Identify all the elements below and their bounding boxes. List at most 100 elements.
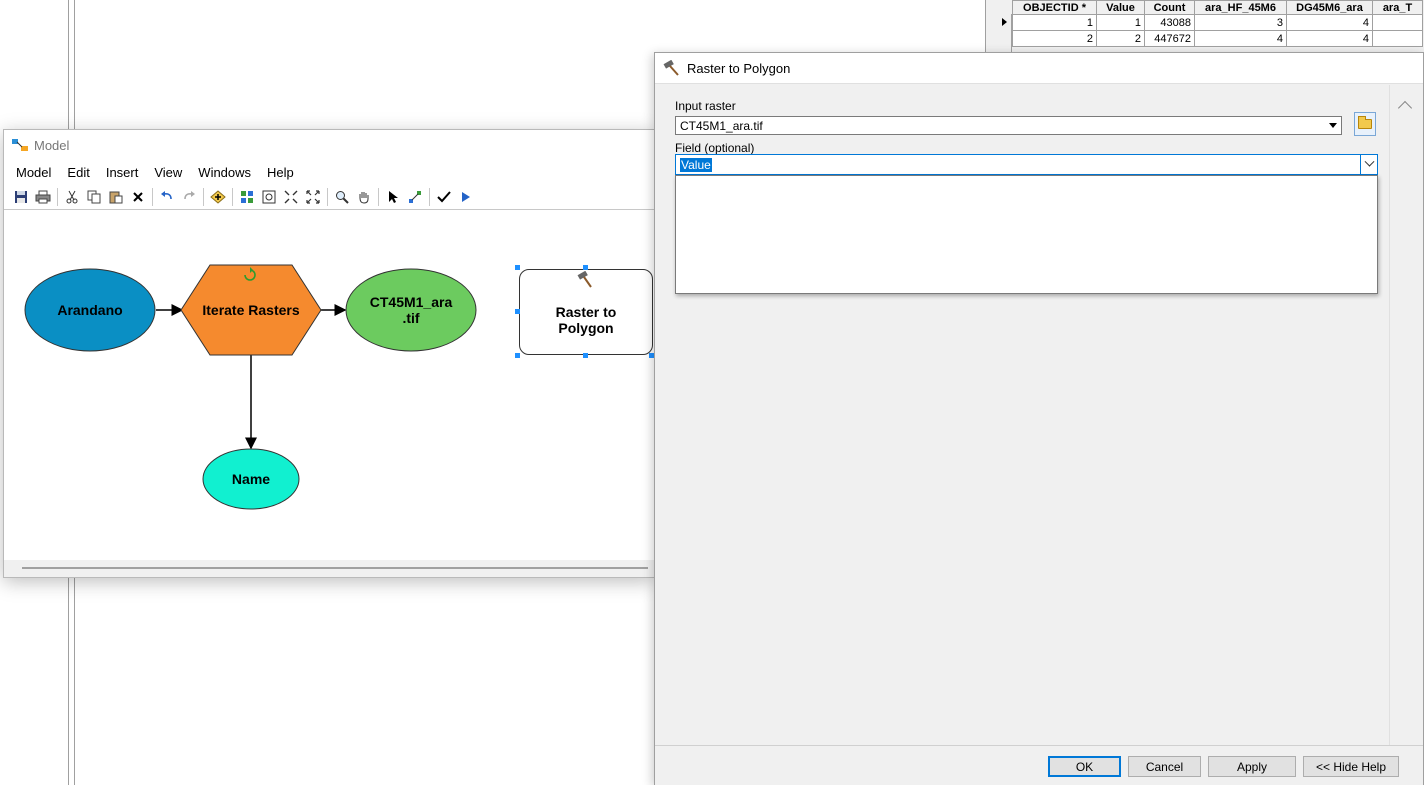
attribute-table[interactable]: OBJECTID * Value Count ara_HF_45M6 DG45M… bbox=[985, 0, 1424, 55]
ct45m1-label: CT45M1_ara .tif bbox=[345, 268, 477, 352]
toolbar-separator bbox=[203, 187, 204, 206]
attribute-grid[interactable]: OBJECTID * Value Count ara_HF_45M6 DG45M… bbox=[1012, 0, 1423, 47]
model-horizontal-scrollbar[interactable] bbox=[4, 560, 654, 577]
scroll-up-icon[interactable] bbox=[1397, 100, 1413, 116]
column-header[interactable]: Value bbox=[1096, 0, 1145, 15]
table-cell[interactable]: 1 bbox=[1012, 14, 1097, 31]
undo-icon[interactable] bbox=[156, 186, 178, 208]
column-header[interactable]: ara_T bbox=[1372, 0, 1423, 15]
column-header[interactable]: ara_HF_45M6 bbox=[1194, 0, 1287, 15]
table-cell[interactable]: 4 bbox=[1286, 14, 1373, 31]
validate-icon[interactable] bbox=[433, 186, 455, 208]
toolbar-separator bbox=[57, 187, 58, 206]
connect-icon[interactable] bbox=[404, 186, 426, 208]
copy-icon[interactable] bbox=[83, 186, 105, 208]
ct45m1-label-line2: .tif bbox=[402, 310, 420, 326]
hammer-icon bbox=[577, 271, 592, 288]
selection-handle[interactable] bbox=[583, 353, 588, 358]
toolbar-separator bbox=[378, 187, 379, 206]
column-header[interactable]: Count bbox=[1144, 0, 1195, 15]
pan-icon[interactable] bbox=[353, 186, 375, 208]
menu-edit[interactable]: Edit bbox=[59, 165, 97, 180]
model-title-bar[interactable]: Model bbox=[4, 130, 654, 160]
apply-button[interactable]: Apply bbox=[1208, 756, 1296, 777]
dialog-vertical-scrollbar[interactable] bbox=[1389, 85, 1423, 758]
delete-icon[interactable] bbox=[127, 186, 149, 208]
column-header[interactable]: OBJECTID * bbox=[1012, 0, 1097, 15]
table-row[interactable]: 1 1 43088 3 4 bbox=[1012, 14, 1423, 31]
hide-help-button[interactable]: << Hide Help bbox=[1303, 756, 1399, 777]
table-cell[interactable] bbox=[1372, 14, 1423, 31]
raster-to-polygon-dialog: Raster to Polygon Input raster CT45M1_ar… bbox=[654, 52, 1424, 785]
table-cell[interactable]: 447672 bbox=[1144, 30, 1195, 47]
table-cell[interactable]: 43088 bbox=[1144, 14, 1195, 31]
paste-icon[interactable] bbox=[105, 186, 127, 208]
table-cell[interactable]: 1 bbox=[1096, 14, 1145, 31]
table-cell[interactable] bbox=[1372, 30, 1423, 47]
table-cell[interactable]: 3 bbox=[1194, 14, 1287, 31]
hammer-icon bbox=[663, 60, 679, 76]
select-icon[interactable] bbox=[382, 186, 404, 208]
field-label: Field (optional) bbox=[675, 141, 755, 155]
screen: OBJECTID * Value Count ara_HF_45M6 DG45M… bbox=[0, 0, 1424, 785]
ok-button[interactable]: OK bbox=[1048, 756, 1121, 777]
raster-to-polygon-label: Raster to Polygon bbox=[519, 294, 653, 346]
selection-handle[interactable] bbox=[515, 353, 520, 358]
model-menubar: Model Edit Insert View Windows Help bbox=[4, 160, 654, 184]
save-icon[interactable] bbox=[10, 186, 32, 208]
menu-windows[interactable]: Windows bbox=[190, 165, 259, 180]
toolbar-separator bbox=[152, 187, 153, 206]
selection-handle[interactable] bbox=[515, 309, 520, 314]
ct45m1-label-line1: CT45M1_ara bbox=[369, 294, 453, 310]
table-row[interactable]: 2 2 447672 4 4 bbox=[1012, 30, 1423, 47]
table-cell[interactable]: 4 bbox=[1286, 30, 1373, 47]
model-window: Model Model Edit Insert View Windows Hel… bbox=[3, 129, 655, 578]
scrollbar-track[interactable] bbox=[22, 567, 648, 569]
redo-icon[interactable] bbox=[178, 186, 200, 208]
field-dropdown-list[interactable] bbox=[675, 175, 1378, 294]
full-extent-icon[interactable] bbox=[258, 186, 280, 208]
folder-icon bbox=[1358, 116, 1372, 129]
fixed-zoom-out-icon[interactable] bbox=[302, 186, 324, 208]
row-selector-column[interactable] bbox=[998, 14, 1012, 54]
auto-layout-icon[interactable] bbox=[236, 186, 258, 208]
toolbar-separator bbox=[327, 187, 328, 206]
chevron-down-icon[interactable] bbox=[1360, 155, 1377, 174]
menu-model[interactable]: Model bbox=[8, 165, 59, 180]
table-cell[interactable]: 2 bbox=[1012, 30, 1097, 47]
raster-to-polygon-label-line2: Polygon bbox=[558, 320, 614, 336]
menu-view[interactable]: View bbox=[146, 165, 190, 180]
dialog-body: Input raster CT45M1_ara.tif Field (optio… bbox=[655, 85, 1389, 745]
model-canvas[interactable]: Arandano Iterate Rasters CT45M1_ara .tif bbox=[4, 210, 654, 560]
fixed-zoom-in-icon[interactable] bbox=[280, 186, 302, 208]
raster-to-polygon-label-line1: Raster to bbox=[555, 304, 617, 320]
input-raster-combo[interactable]: CT45M1_ara.tif bbox=[675, 116, 1342, 135]
model-window-title: Model bbox=[34, 137, 70, 153]
print-icon[interactable] bbox=[32, 186, 54, 208]
modelbuilder-icon bbox=[12, 139, 28, 151]
model-connections bbox=[156, 304, 347, 450]
selection-handle[interactable] bbox=[515, 265, 520, 270]
table-cell[interactable]: 2 bbox=[1096, 30, 1145, 47]
toolbar-separator bbox=[232, 187, 233, 206]
dialog-footer: OK Cancel Apply << Hide Help bbox=[655, 745, 1423, 785]
iterate-rasters-label: Iterate Rasters bbox=[202, 302, 300, 318]
field-combo[interactable]: Value bbox=[675, 154, 1378, 175]
cut-icon[interactable] bbox=[61, 186, 83, 208]
column-header[interactable]: DG45M6_ara bbox=[1286, 0, 1373, 15]
dialog-title: Raster to Polygon bbox=[687, 60, 791, 76]
cancel-button[interactable]: Cancel bbox=[1128, 756, 1201, 777]
field-value: Value bbox=[680, 157, 712, 172]
selection-handle[interactable] bbox=[583, 265, 588, 270]
add-data-icon[interactable] bbox=[207, 186, 229, 208]
menu-help[interactable]: Help bbox=[259, 165, 302, 180]
menu-insert[interactable]: Insert bbox=[98, 165, 147, 180]
toolbar-separator bbox=[429, 187, 430, 206]
dialog-title-bar[interactable]: Raster to Polygon bbox=[655, 53, 1423, 84]
input-raster-label: Input raster bbox=[675, 99, 736, 113]
browse-button[interactable] bbox=[1354, 112, 1376, 136]
zoom-icon[interactable] bbox=[331, 186, 353, 208]
table-cell[interactable]: 4 bbox=[1194, 30, 1287, 47]
chevron-down-icon[interactable] bbox=[1325, 118, 1340, 133]
run-icon[interactable] bbox=[455, 186, 477, 208]
